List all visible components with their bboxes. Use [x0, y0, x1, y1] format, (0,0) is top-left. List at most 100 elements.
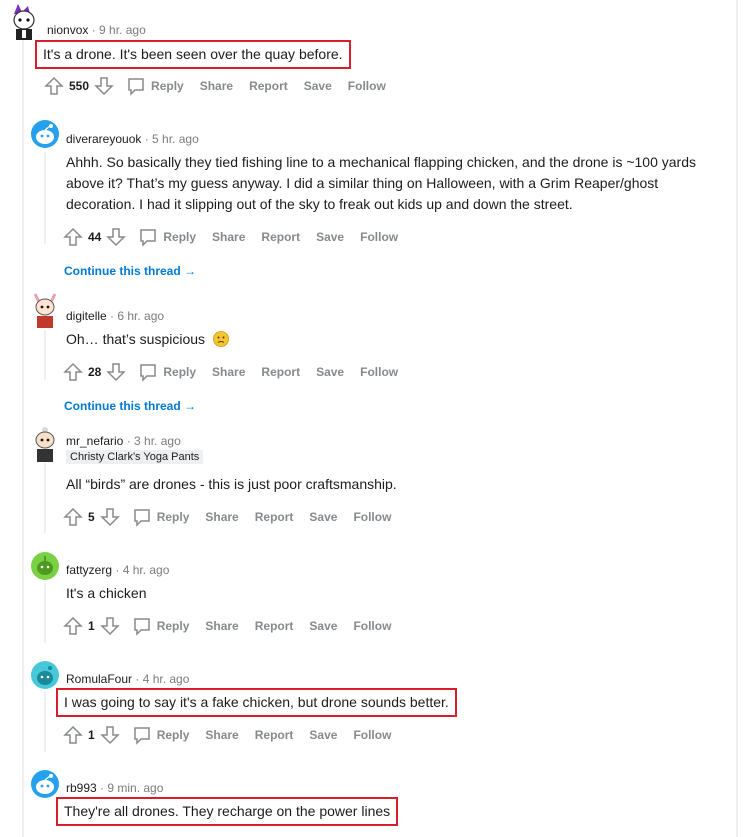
downvote-icon[interactable]	[105, 361, 127, 383]
timestamp[interactable]: 3 hr. ago	[134, 434, 181, 448]
username[interactable]: fattyzerg	[66, 563, 112, 577]
reply-label: Reply	[163, 230, 197, 244]
reply-label: Reply	[156, 619, 190, 633]
comment-bubble-icon	[125, 75, 147, 97]
upvote-icon[interactable]	[43, 75, 65, 97]
upvote-icon[interactable]	[62, 724, 84, 746]
downvote-icon[interactable]	[93, 75, 115, 97]
continue-thread-link[interactable]: Continue this thread →	[64, 264, 196, 278]
downvote-icon[interactable]	[105, 226, 127, 248]
username[interactable]: nionvox	[47, 23, 88, 37]
save-button[interactable]: Save	[316, 230, 344, 244]
follow-button[interactable]: Follow	[353, 728, 391, 742]
comment-rb993: rb993 · 9 min. ago They're all drones. T…	[0, 768, 736, 837]
save-button[interactable]: Save	[309, 728, 337, 742]
share-button[interactable]: Share	[212, 230, 245, 244]
avatar[interactable]	[31, 552, 59, 580]
frowning-face-icon	[213, 331, 229, 353]
comment-actions: 5 Reply Share Report Save Follow	[62, 505, 391, 529]
report-button[interactable]: Report	[255, 619, 294, 633]
follow-button[interactable]: Follow	[360, 230, 398, 244]
timestamp[interactable]: 6 hr. ago	[117, 309, 164, 323]
comment-actions: 1 Reply Share Report Save Follow	[62, 723, 391, 747]
comment-meta: rb993 · 9 min. ago	[66, 781, 164, 795]
share-button[interactable]: Share	[200, 79, 233, 93]
comment-mr-nefario: mr_nefario · 3 hr. ago Christy Clark's Y…	[0, 422, 736, 532]
timestamp[interactable]: 4 hr. ago	[123, 563, 170, 577]
share-button[interactable]: Share	[205, 619, 238, 633]
comment-actions: 28 Reply Share Report Save Follow	[62, 360, 398, 384]
reply-button[interactable]: Reply	[131, 615, 190, 637]
continue-thread-label: Continue this thread	[64, 264, 181, 278]
save-button[interactable]: Save	[309, 619, 337, 633]
follow-button[interactable]: Follow	[353, 619, 391, 633]
upvote-icon[interactable]	[62, 506, 84, 528]
timestamp[interactable]: 4 hr. ago	[143, 672, 190, 686]
save-button[interactable]: Save	[309, 510, 337, 524]
reply-label: Reply	[163, 365, 197, 379]
reply-label: Reply	[156, 510, 190, 524]
comment-body: It's a chicken	[66, 585, 147, 601]
upvote-icon[interactable]	[62, 361, 84, 383]
share-button[interactable]: Share	[212, 365, 245, 379]
comment-meta: fattyzerg · 4 hr. ago	[66, 563, 170, 577]
comment-meta: diverareyouok · 5 hr. ago	[66, 132, 199, 146]
comment-romulafour: RomulaFour · 4 hr. ago I was going to sa…	[0, 659, 736, 754]
comment-bubble-icon	[137, 226, 159, 248]
timestamp[interactable]: 9 hr. ago	[99, 23, 146, 37]
comment-actions: 44 Reply Share Report Save Follow	[62, 225, 398, 249]
timestamp[interactable]: 9 min. ago	[107, 781, 163, 795]
username[interactable]: mr_nefario	[66, 434, 123, 448]
follow-button[interactable]: Follow	[348, 79, 386, 93]
avatar[interactable]	[8, 4, 36, 40]
report-button[interactable]: Report	[261, 365, 300, 379]
save-button[interactable]: Save	[304, 79, 332, 93]
username[interactable]: RomulaFour	[66, 672, 132, 686]
report-button[interactable]: Report	[255, 510, 294, 524]
comment-bubble-icon	[131, 724, 153, 746]
continue-thread-link[interactable]: Continue this thread →	[64, 399, 196, 413]
comment-bubble-icon	[131, 506, 153, 528]
comment-text: Oh… that’s suspicious	[66, 331, 206, 347]
reply-button[interactable]: Reply	[125, 75, 184, 97]
reply-label: Reply	[151, 79, 184, 93]
follow-button[interactable]: Follow	[353, 510, 391, 524]
downvote-icon[interactable]	[99, 615, 121, 637]
username[interactable]: rb993	[66, 781, 97, 795]
comment-diverareyouok: diverareyouok · 5 hr. ago Ahhh. So basic…	[0, 118, 736, 288]
report-button[interactable]: Report	[261, 230, 300, 244]
comment-fattyzerg: fattyzerg · 4 hr. ago It's a chicken 1 R…	[0, 550, 736, 645]
avatar[interactable]	[31, 120, 59, 148]
report-button[interactable]: Report	[255, 728, 294, 742]
follow-button[interactable]: Follow	[360, 365, 398, 379]
upvote-icon[interactable]	[62, 615, 84, 637]
arrow-right-icon: →	[180, 399, 197, 413]
timestamp[interactable]: 5 hr. ago	[152, 132, 199, 146]
comment-body: Oh… that’s suspicious	[66, 329, 229, 353]
downvote-icon[interactable]	[99, 724, 121, 746]
downvote-icon[interactable]	[99, 506, 121, 528]
avatar[interactable]	[31, 292, 59, 328]
comment-meta: nionvox · 9 hr. ago	[47, 23, 146, 37]
avatar[interactable]	[31, 424, 59, 462]
reply-button[interactable]: Reply	[137, 361, 196, 383]
user-flair: Christy Clark's Yoga Pants	[66, 450, 204, 464]
avatar[interactable]	[31, 661, 59, 689]
scroll-rail	[736, 0, 738, 837]
comment-body: Ahhh. So basically they tied fishing lin…	[66, 154, 696, 212]
username[interactable]: diverareyouok	[66, 132, 141, 146]
reply-button[interactable]: Reply	[131, 724, 189, 746]
save-button[interactable]: Save	[316, 365, 344, 379]
arrow-right-icon: →	[180, 264, 197, 278]
reply-button[interactable]: Reply	[137, 226, 196, 248]
avatar[interactable]	[31, 770, 59, 798]
report-button[interactable]: Report	[249, 79, 288, 93]
share-button[interactable]: Share	[205, 728, 238, 742]
share-button[interactable]: Share	[205, 510, 238, 524]
comment-bubble-icon	[137, 361, 159, 383]
username[interactable]: digitelle	[66, 309, 107, 323]
comment-actions: 550 Reply Share Report Save Follow	[43, 74, 386, 98]
reply-button[interactable]: Reply	[131, 506, 190, 528]
upvote-icon[interactable]	[62, 226, 84, 248]
comment-meta: digitelle · 6 hr. ago	[66, 309, 165, 323]
